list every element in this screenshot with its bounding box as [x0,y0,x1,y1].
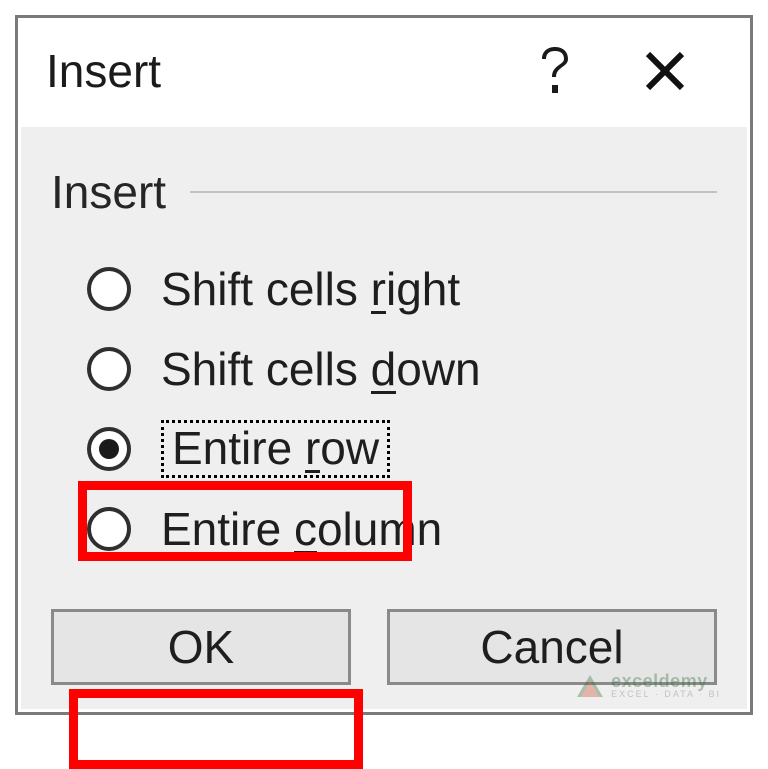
help-icon [538,45,572,97]
radio-icon [87,347,131,391]
insert-dialog: Insert Insert Shift cells right [15,15,753,715]
close-button[interactable] [610,18,720,124]
group-label: Insert [51,165,166,219]
logo-icon [577,675,603,697]
close-icon [644,50,686,92]
option-shift-cells-right[interactable]: Shift cells right [87,249,717,329]
option-shift-cells-down[interactable]: Shift cells down [87,329,717,409]
option-label: Entire row [161,420,390,478]
titlebar: Insert [18,18,750,124]
option-label: Shift cells right [161,266,460,312]
radio-group-insert: Shift cells right Shift cells down Entir… [87,249,717,569]
option-label: Entire column [161,506,442,552]
option-label: Shift cells down [161,346,481,392]
annotation-highlight [69,689,363,769]
dialog-body: Insert Shift cells right Shift cells dow… [21,127,747,709]
ok-button[interactable]: OK [51,609,351,685]
radio-icon [87,427,131,471]
watermark: exceldemy EXCEL · DATA · BI [577,672,721,699]
focus-outline: Entire row [161,420,390,478]
group-separator [190,191,717,193]
help-button[interactable] [500,18,610,124]
dialog-title: Insert [46,44,161,98]
radio-icon [87,507,131,551]
radio-icon [87,267,131,311]
group-header: Insert [51,165,717,219]
option-entire-column[interactable]: Entire column [87,489,717,569]
option-entire-row[interactable]: Entire row [87,409,717,489]
